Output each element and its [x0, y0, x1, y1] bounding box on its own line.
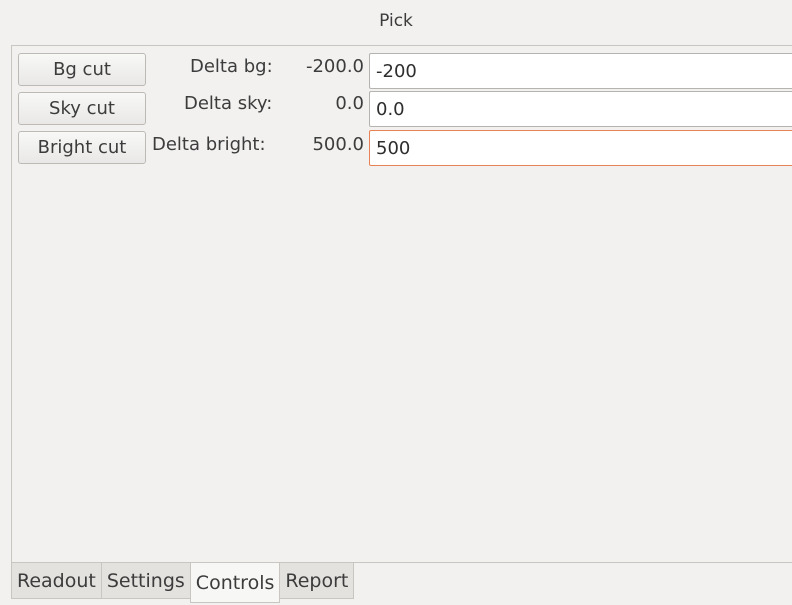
sky-cut-button[interactable]: Sky cut [18, 92, 146, 125]
tab-report[interactable]: Report [279, 563, 355, 599]
tab-readout[interactable]: Readout [11, 563, 102, 599]
delta-sky-label: Delta sky: [184, 93, 273, 114]
delta-bg-value: -200.0 [305, 56, 364, 77]
delta-bright-input[interactable] [369, 130, 792, 166]
delta-bright-value: 500.0 [312, 134, 364, 155]
delta-sky-input[interactable] [369, 91, 792, 127]
bright-cut-button[interactable]: Bright cut [18, 131, 146, 164]
delta-bg-input[interactable] [369, 53, 792, 89]
controls-panel: Bg cut Delta bg: -200.0 Sky cut Delta sk… [11, 45, 792, 563]
delta-sky-value: 0.0 [335, 93, 364, 114]
window-title: Pick [0, 0, 792, 42]
tab-settings[interactable]: Settings [100, 563, 191, 599]
delta-bright-label: Delta bright: [152, 134, 266, 155]
tab-bar: Readout Settings Controls Report [11, 563, 355, 603]
tab-controls[interactable]: Controls [189, 563, 281, 603]
bg-cut-button[interactable]: Bg cut [18, 53, 146, 86]
delta-bg-label: Delta bg: [190, 56, 273, 77]
